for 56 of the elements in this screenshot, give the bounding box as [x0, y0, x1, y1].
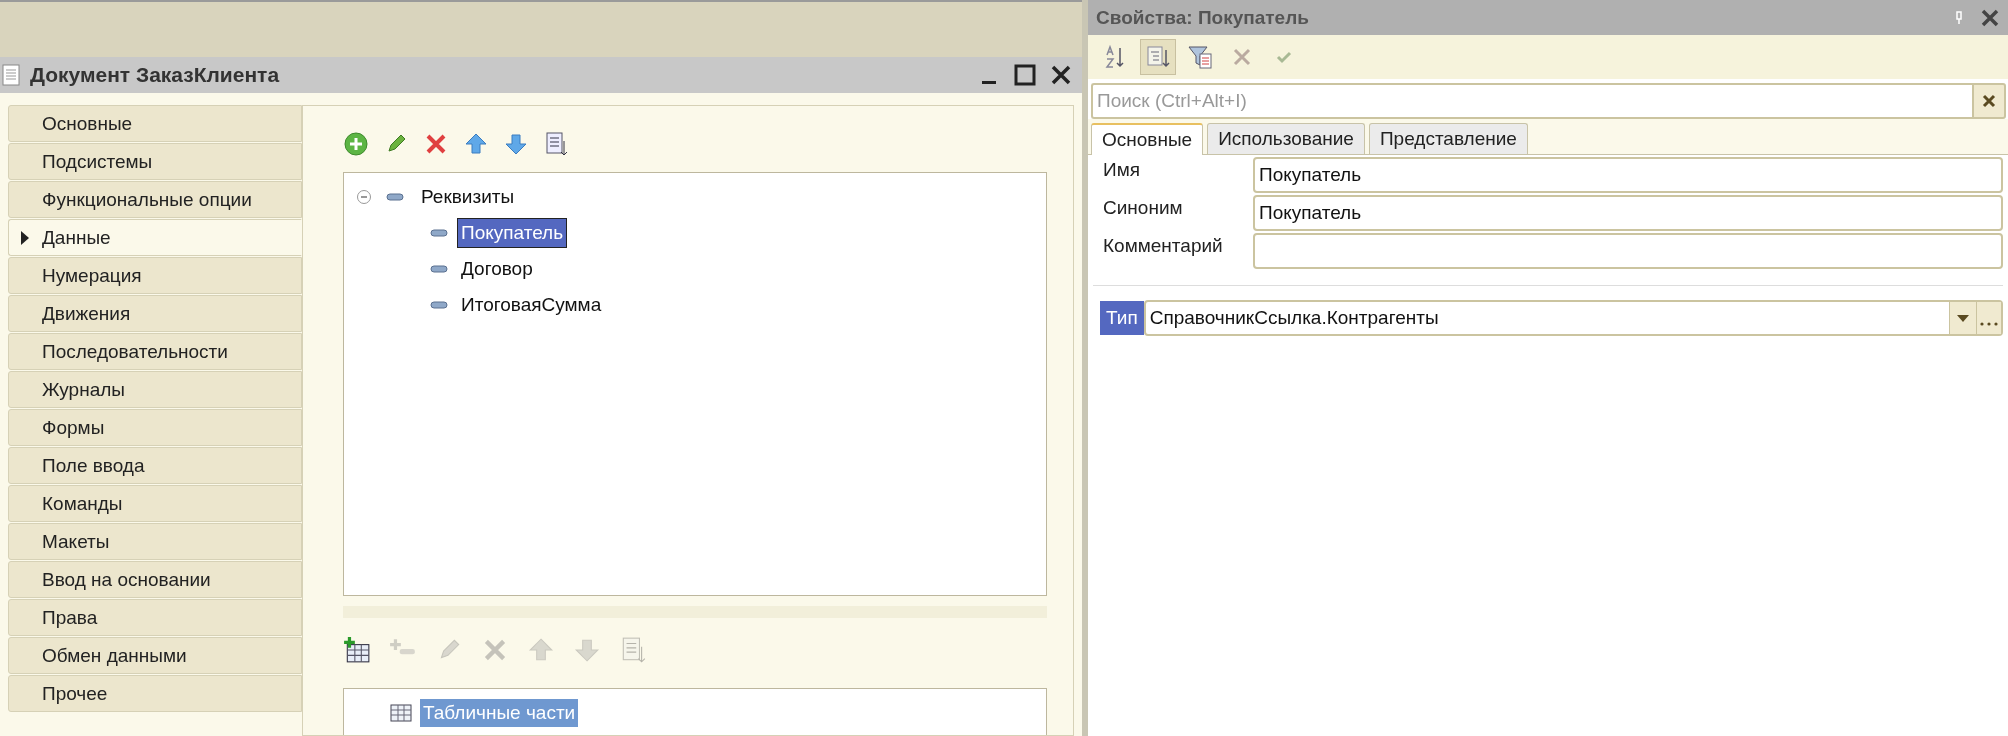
- window-title: Документ ЗаказКлиента: [30, 63, 280, 87]
- text-field[interactable]: Покупатель: [1253, 157, 2003, 193]
- sidebar-item[interactable]: Ввод на основании: [8, 561, 302, 598]
- categories-icon: [1145, 44, 1171, 70]
- sidebar-item[interactable]: Подсистемы: [8, 143, 302, 180]
- close-icon: [1981, 93, 1997, 109]
- pin-icon[interactable]: [1954, 10, 1964, 25]
- sidebar-item[interactable]: Последовательности: [8, 333, 302, 370]
- field-label: Тип: [1100, 301, 1144, 335]
- search-field[interactable]: Поиск (Ctrl+Alt+I): [1091, 83, 1972, 119]
- attribute-icon: [430, 229, 448, 237]
- tree-item[interactable]: Реквизиты: [418, 183, 518, 211]
- sidebar-item[interactable]: Команды: [8, 485, 302, 522]
- attribute-icon: [430, 265, 448, 273]
- filter-icon: [1187, 44, 1213, 70]
- up-icon[interactable]: [463, 131, 489, 157]
- sidebar-item[interactable]: Данные: [8, 219, 302, 256]
- sidebar-item[interactable]: Движения: [8, 295, 302, 332]
- tree-item[interactable]: ИтоговаяСумма: [458, 291, 605, 319]
- sidebar-item[interactable]: Формы: [8, 409, 302, 446]
- type-dropdown[interactable]: СправочникСсылка.Контрагенты: [1143, 300, 2003, 336]
- field-label: Имя: [1102, 158, 1141, 181]
- clear-button[interactable]: [1972, 83, 2006, 119]
- field-label: Комментарий: [1102, 234, 1224, 257]
- collapse-icon[interactable]: [356, 189, 372, 205]
- document-icon: [2, 64, 20, 86]
- sidebar-item[interactable]: Поле ввода: [8, 447, 302, 484]
- add-icon[interactable]: [343, 131, 369, 157]
- tab[interactable]: Основные: [1091, 123, 1204, 155]
- sidebar-item[interactable]: Нумерация: [8, 257, 302, 294]
- table-icon: [390, 703, 412, 723]
- tab[interactable]: Использование: [1207, 123, 1365, 154]
- sidebar-item[interactable]: Функциональные опции: [8, 181, 302, 218]
- close-icon[interactable]: [1980, 7, 2000, 28]
- sidebar-item[interactable]: Макеты: [8, 523, 302, 560]
- text-field[interactable]: Покупатель: [1253, 195, 2003, 231]
- text-field[interactable]: [1253, 233, 2003, 269]
- pointer-icon: [21, 231, 29, 245]
- maximize-icon[interactable]: [1014, 64, 1036, 86]
- tab[interactable]: Представление: [1368, 123, 1528, 154]
- tree-item[interactable]: Покупатель: [458, 219, 567, 247]
- add-table-icon[interactable]: [343, 636, 371, 664]
- sidebar-item[interactable]: Обмен данными: [8, 637, 302, 674]
- field-label: Синоним: [1102, 196, 1184, 219]
- attribute-icon: [430, 301, 448, 309]
- attribute-icon: [386, 193, 404, 201]
- sidebar-item[interactable]: Прочее: [8, 675, 302, 712]
- close-icon[interactable]: [1050, 64, 1072, 86]
- sidebar-item[interactable]: Права: [8, 599, 302, 636]
- sort-icon[interactable]: [543, 131, 569, 157]
- tree-item[interactable]: Договор: [458, 255, 536, 283]
- sidebar-item[interactable]: Основные: [8, 105, 302, 142]
- categories-button[interactable]: [1140, 39, 1176, 75]
- sidebar-item[interactable]: Журналы: [8, 371, 302, 408]
- panel-title: Свойства: Покупатель: [1096, 6, 1309, 29]
- down-icon[interactable]: [503, 131, 529, 157]
